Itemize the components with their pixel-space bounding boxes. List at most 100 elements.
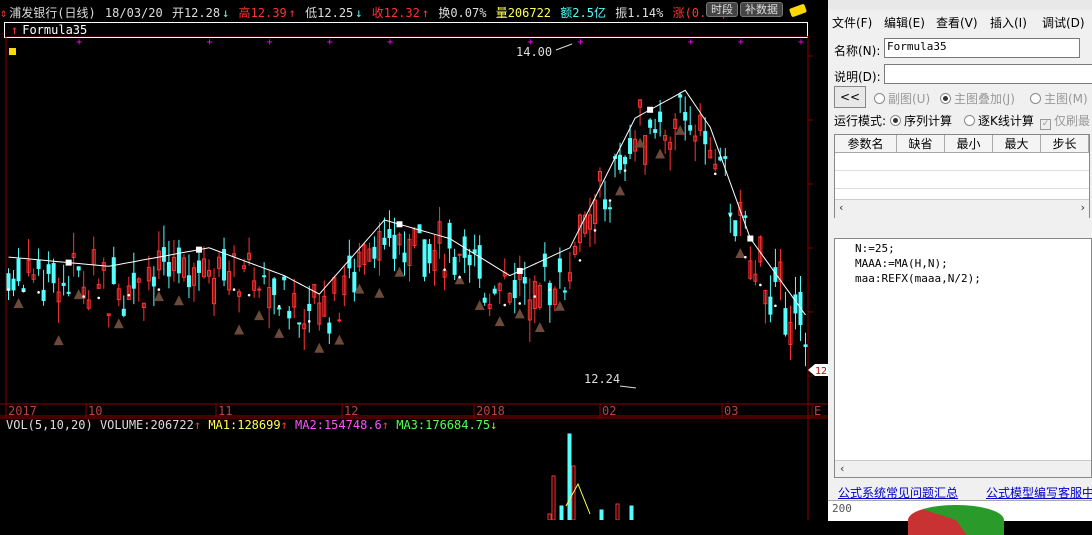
col-header-step[interactable]: 步长 xyxy=(1041,135,1089,153)
candle-body xyxy=(648,119,653,128)
x-axis-label: 11 xyxy=(218,404,232,418)
menu-view[interactable]: 查看(V) xyxy=(936,14,978,31)
parameter-table[interactable]: 参数名 缺省 最小 最大 步长 ‹ › xyxy=(834,134,1090,218)
col-header-param-name[interactable]: 参数名 xyxy=(835,135,897,153)
scroll-right-icon[interactable]: › xyxy=(1081,201,1085,214)
up-arrow-icon: ↑ xyxy=(381,418,389,432)
candle-body xyxy=(176,247,181,274)
candle-body xyxy=(783,308,788,335)
event-marker: + xyxy=(387,37,393,48)
signal-triangle xyxy=(534,321,545,332)
radio-subchart[interactable]: 副图(U) xyxy=(874,90,930,107)
col-header-default[interactable]: 缺省 xyxy=(897,135,945,153)
signal-triangle xyxy=(394,266,405,277)
signal-dot xyxy=(307,320,311,323)
formula-name: Formula35 xyxy=(22,23,88,37)
name-input[interactable]: Formula35 xyxy=(884,38,1080,58)
close-price: 收12.32 xyxy=(371,6,420,20)
signal-dot xyxy=(774,304,777,308)
candle-body xyxy=(803,344,808,347)
customer-service-link[interactable]: 公式模型编写客服中 xyxy=(986,484,1092,501)
candle-body xyxy=(61,282,66,286)
candle-body xyxy=(467,254,472,266)
formula-code-editor[interactable]: N:=25; MAAA:=MA(H,N); maa:REFX(maaa,N/2)… xyxy=(834,238,1092,478)
code-horizontal-scrollbar[interactable]: ‹ xyxy=(835,460,1091,477)
menu-insert[interactable]: 插入(I) xyxy=(990,14,1027,31)
radio-main-chart[interactable]: 主图(M) xyxy=(1030,90,1088,107)
radio-subchart-label: 副图(U) xyxy=(888,92,931,106)
candle-body xyxy=(733,220,738,237)
candle-body xyxy=(562,290,567,293)
radio-overlay-label: 主图叠加(J) xyxy=(954,92,1015,106)
signal-dot xyxy=(232,288,236,291)
menu-debug[interactable]: 调试(D) xyxy=(1042,14,1085,31)
faq-link[interactable]: 公式系统常见问题汇总 xyxy=(838,484,958,501)
signal-dot xyxy=(593,229,597,232)
high-label-leader xyxy=(555,43,573,51)
candle-body xyxy=(392,234,397,259)
candle-body xyxy=(728,212,733,215)
code-line: maa:REFX(maaa,N/2); xyxy=(855,271,1091,286)
scroll-left-icon[interactable]: ‹ xyxy=(839,461,846,476)
col-header-min[interactable]: 最小 xyxy=(945,135,993,153)
candle-body xyxy=(277,307,282,310)
menu-edit[interactable]: 编辑(E) xyxy=(884,14,925,31)
radio-main-overlay[interactable]: 主图叠加(J) xyxy=(940,90,1015,107)
down-arrow-icon: ↓ xyxy=(490,418,498,432)
bar-date: 18/03/20 xyxy=(104,6,163,20)
signal-triangle xyxy=(655,148,666,159)
radio-kline-calc[interactable]: 逐K线计算 xyxy=(964,112,1034,129)
fill-data-button[interactable]: 补数据 xyxy=(740,2,783,17)
candle-body xyxy=(186,275,191,288)
signal-triangle xyxy=(735,248,746,259)
event-marker: + xyxy=(738,37,744,48)
ma-marker xyxy=(747,235,754,242)
candle-body xyxy=(522,277,527,284)
signal-dot xyxy=(533,295,537,298)
signal-dot xyxy=(247,293,251,297)
signal-triangle xyxy=(374,287,385,298)
candle-body xyxy=(688,125,693,131)
table-horizontal-scrollbar[interactable]: ‹ › xyxy=(835,199,1089,218)
candle-body xyxy=(472,249,477,254)
signal-triangle xyxy=(615,185,626,196)
checkbox-icon: ✓ xyxy=(1040,119,1051,130)
candle-body xyxy=(46,264,51,274)
open-price: 开12.28 xyxy=(171,6,221,20)
col-header-max[interactable]: 最大 xyxy=(993,135,1041,153)
name-label: 名称(N): xyxy=(834,44,881,58)
zoom-icon xyxy=(9,48,16,55)
chart-area[interactable]: ⇕ 浦发银行(日线) 18/03/20 开12.28 ↓ 高12.39 ↑ 低12.2… xyxy=(0,0,828,520)
scroll-left-icon[interactable]: ‹ xyxy=(839,201,843,214)
candle-body xyxy=(272,278,277,296)
checkbox-refresh-only[interactable]: ✓ 仅刷最 xyxy=(1040,112,1090,130)
signal-dot xyxy=(458,275,461,279)
volume-indicator-header: VOL(5,10,20) VOLUME:206722↑ MA1:128699↑ … xyxy=(6,418,497,432)
x-axis-label: 2018 xyxy=(476,404,505,418)
candle-body xyxy=(482,297,487,303)
code-line: N:=25; xyxy=(855,241,1091,256)
run-mode-label: 运行模式: xyxy=(834,114,887,128)
low-price-label: 12.24 xyxy=(584,372,620,386)
vol-ma3: MA3:176684.75 xyxy=(396,418,491,432)
volume-bar xyxy=(567,433,572,520)
description-input[interactable] xyxy=(884,64,1092,84)
radio-sequence-calc[interactable]: 序列计算 xyxy=(890,112,952,129)
candle-body xyxy=(11,278,16,291)
candle-body xyxy=(382,237,387,245)
signal-dot xyxy=(7,288,10,291)
price-chart[interactable]: + + + + + + + + + + 14.0012.24122017 10 11 12 2018 02 0… xyxy=(0,36,828,520)
signal-dot xyxy=(623,169,627,172)
candle-body xyxy=(422,239,427,277)
candle-body xyxy=(76,266,81,271)
event-marker: + xyxy=(76,37,82,48)
time-period-button[interactable]: 时段 xyxy=(706,2,738,17)
candle-body xyxy=(683,112,688,121)
collapse-button[interactable]: << xyxy=(834,86,866,108)
signal-dot xyxy=(548,288,552,291)
menu-file[interactable]: 文件(F) xyxy=(832,14,872,31)
code-line-text: maa:REFX(maaa,N/2); xyxy=(855,272,981,285)
signal-dot xyxy=(22,289,25,293)
vol-ma2: MA2:154748.6 xyxy=(295,418,382,432)
x-axis-label: E xyxy=(814,404,821,418)
